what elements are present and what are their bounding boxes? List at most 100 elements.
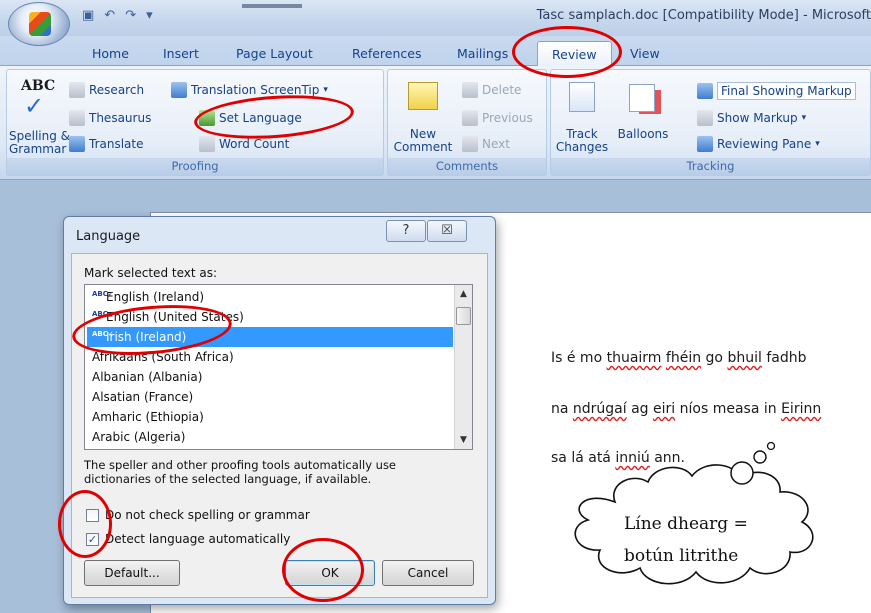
previous-comment-button[interactable]: Previous: [462, 110, 533, 126]
scroll-down-icon[interactable]: ▼: [455, 431, 472, 449]
language-label: English (United States): [106, 310, 244, 324]
save-icon[interactable]: ▣: [82, 8, 94, 23]
display-for-review-icon: [697, 83, 713, 99]
mark-selected-label: Mark selected text as:: [84, 266, 218, 280]
list-item[interactable]: Arabic (Algeria): [87, 427, 453, 447]
tab-references[interactable]: References: [352, 46, 421, 61]
track-changes-button[interactable]: Track Changes: [555, 74, 609, 154]
display-for-review-dropdown[interactable]: Final Showing Markup: [697, 82, 856, 100]
word-count-button[interactable]: Word Count: [199, 136, 289, 152]
track-changes-icon: [569, 82, 595, 112]
checkbox-unchecked-icon[interactable]: [86, 508, 99, 522]
do-not-check-spelling-checkbox[interactable]: Do not check spelling or grammar: [86, 508, 310, 522]
doc-text: níos measa in: [675, 401, 782, 417]
language-label: English (Ireland): [106, 290, 205, 304]
new-comment-icon: [408, 82, 438, 110]
proofing-group-label: Proofing: [7, 158, 383, 175]
proofing-info-text: The speller and other proofing tools aut…: [84, 458, 397, 486]
language-label: Amharic (Ethiopia): [92, 410, 204, 424]
document-line-2: na ndrúgaí ag eiri níos measa in Eirinn: [551, 401, 821, 417]
office-button[interactable]: [8, 2, 70, 46]
translation-screentip-button[interactable]: Translation ScreenTip ▾: [171, 82, 328, 98]
list-item[interactable]: Amharic (Ethiopia): [87, 407, 453, 427]
tab-review[interactable]: Review: [537, 41, 612, 67]
language-label: Albanian (Albania): [92, 370, 203, 384]
translate-label: Translate: [89, 137, 144, 151]
list-item[interactable]: Albanian (Albania): [87, 367, 453, 387]
misspelled-word[interactable]: bhuil: [727, 350, 761, 366]
delete-comment-button[interactable]: Delete: [462, 82, 521, 98]
set-language-button[interactable]: Set Language: [199, 110, 302, 126]
translate-button[interactable]: Translate: [69, 136, 144, 152]
ok-button[interactable]: OK: [285, 560, 375, 586]
spelling-grammar-button[interactable]: ABC ✓ Spelling & Grammar: [9, 74, 70, 156]
list-item[interactable]: Alsatian (France): [87, 387, 453, 407]
new-comment-label-2: Comment: [393, 140, 453, 154]
previous-label: Previous: [482, 111, 533, 125]
word-count-label: Word Count: [219, 137, 290, 151]
comments-group: New Comment Delete Previous Next Comment…: [387, 69, 547, 176]
new-comment-button[interactable]: New Comment: [392, 74, 454, 154]
dialog-body: Mark selected text as: ABC✓ English (Ire…: [71, 253, 488, 598]
tab-insert[interactable]: Insert: [163, 46, 199, 61]
research-button[interactable]: Research: [69, 82, 144, 98]
list-item[interactable]: ABC✓ English (Ireland): [87, 287, 453, 307]
language-listbox[interactable]: ABC✓ English (Ireland) ABC✓ English (Uni…: [84, 284, 473, 450]
doc-text: fadhb: [761, 350, 807, 366]
close-icon[interactable]: ☒: [427, 220, 467, 242]
scroll-up-icon[interactable]: ▲: [455, 285, 472, 303]
doc-text: Is é mo: [551, 350, 607, 366]
redo-icon[interactable]: ↷: [125, 8, 136, 23]
language-label: Alsatian (France): [92, 390, 194, 404]
reviewing-pane-button[interactable]: Reviewing Pane ▾: [697, 136, 820, 152]
detect-language-label: Detect language automatically: [105, 532, 291, 546]
misspelled-word[interactable]: Eirinn: [781, 401, 821, 417]
help-icon[interactable]: ?: [386, 220, 426, 242]
detect-language-checkbox[interactable]: ✓ Detect language automatically: [86, 532, 290, 546]
checkbox-checked-icon[interactable]: ✓: [86, 532, 99, 546]
window-title: Tasc samplach.doc [Compatibility Mode] -…: [536, 8, 871, 23]
default-button[interactable]: Default...: [84, 560, 180, 586]
spell-check-icon: ABC✓: [92, 290, 114, 298]
language-dialog: Language ? ☒ Mark selected text as: ABC✓…: [63, 216, 496, 605]
comments-group-label: Comments: [388, 158, 546, 175]
annotation-line-2: botún litrithe: [624, 546, 739, 566]
previous-icon: [462, 110, 478, 126]
misspelled-word[interactable]: ndrúgaí: [573, 401, 627, 417]
tab-home[interactable]: Home: [92, 46, 129, 61]
undo-icon[interactable]: ↶: [104, 8, 115, 23]
tracking-group: Track Changes Balloons Final Showing Mar…: [550, 69, 871, 176]
tab-mailings[interactable]: Mailings: [457, 46, 508, 61]
list-item-selected[interactable]: ABC✓ Irish (Ireland): [87, 327, 453, 347]
proofing-group: ABC ✓ Spelling & Grammar Research Thesau…: [6, 69, 384, 176]
misspelled-word[interactable]: eiri: [653, 401, 675, 417]
doc-text: ag: [626, 401, 654, 417]
annotation-line-1: Líne dhearg =: [624, 514, 748, 534]
scroll-thumb[interactable]: [456, 307, 471, 325]
next-comment-button[interactable]: Next: [462, 136, 510, 152]
list-item[interactable]: Afrikaans (South Africa): [87, 347, 453, 367]
do-not-check-label: Do not check spelling or grammar: [105, 508, 310, 522]
spelling-label-2: Grammar: [9, 142, 67, 156]
thesaurus-button[interactable]: Thesaurus: [69, 110, 151, 126]
balloons-button[interactable]: Balloons: [613, 74, 673, 154]
reviewing-pane-label: Reviewing Pane: [717, 137, 812, 151]
next-icon: [462, 136, 478, 152]
list-item[interactable]: ABC✓ English (United States): [87, 307, 453, 327]
customize-qat-icon[interactable]: ▾: [146, 8, 153, 23]
tracking-group-label: Tracking: [551, 158, 870, 175]
title-bar-artifact: [242, 4, 302, 8]
doc-text: go: [701, 350, 728, 366]
balloons-label: Balloons: [617, 127, 669, 141]
misspelled-word[interactable]: thuairm: [607, 350, 662, 366]
research-label: Research: [89, 83, 145, 97]
cancel-button[interactable]: Cancel: [382, 560, 474, 586]
listbox-scrollbar[interactable]: ▲ ▼: [454, 285, 472, 449]
document-line-1: Is é mo thuairm fhéin go bhuil fadhb: [551, 350, 806, 366]
misspelled-word[interactable]: fhéin: [666, 350, 701, 366]
tab-page-layout[interactable]: Page Layout: [236, 46, 313, 61]
show-markup-button[interactable]: Show Markup ▾: [697, 110, 806, 126]
balloons-icon: [629, 84, 655, 112]
thesaurus-label: Thesaurus: [89, 111, 152, 125]
tab-view[interactable]: View: [630, 46, 660, 61]
